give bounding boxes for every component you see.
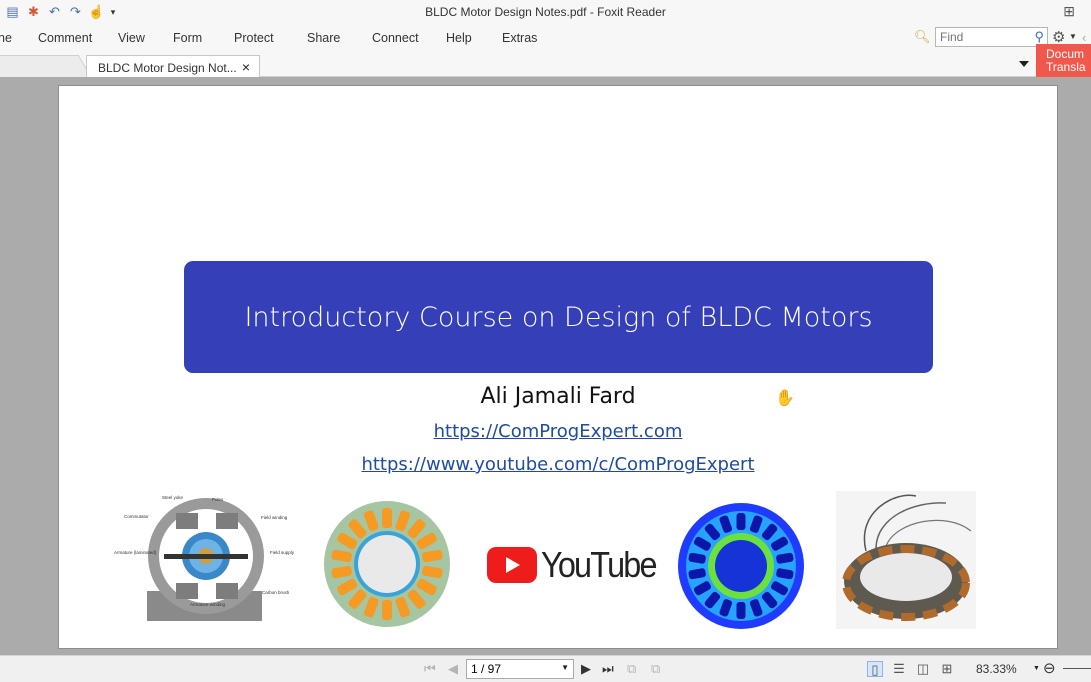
motor-label-armature-winding: Armature winding	[190, 602, 226, 607]
menu-share[interactable]: Share	[307, 31, 340, 45]
menu-protect[interactable]: Protect	[234, 31, 274, 45]
document-translation-button[interactable]: Docum Transla	[1036, 44, 1091, 77]
title-banner: Introductory Course on Design of BLDC Mo…	[184, 261, 933, 373]
youtube-play-icon	[487, 547, 537, 583]
pdf-page: Introductory Course on Design of BLDC Mo…	[58, 85, 1058, 649]
motor-label-poles: Poles	[212, 497, 224, 502]
menu-help[interactable]: Help	[446, 31, 472, 45]
chevron-down-icon[interactable]: ▼	[1033, 665, 1040, 672]
stator-photo	[836, 491, 976, 629]
tab-start[interactable]	[0, 55, 92, 77]
new-document-icon[interactable]: ✱	[25, 4, 42, 20]
find-box: ⚲	[935, 27, 1048, 47]
hand-cursor-icon: ✋	[775, 390, 795, 407]
stator-slot	[736, 602, 746, 619]
tab-document[interactable]: BLDC Motor Design Not... ×	[86, 55, 260, 78]
search-icon[interactable]: ⚲	[1034, 29, 1044, 45]
window-title: BLDC Motor Design Notes.pdf - Foxit Read…	[425, 5, 666, 19]
file-icon[interactable]: ▤	[4, 4, 21, 20]
previous-view-icon[interactable]: ⧉	[627, 661, 636, 677]
menu-extras[interactable]: Extras	[502, 31, 537, 45]
first-page-icon[interactable]: ⏮	[424, 661, 436, 677]
next-view-icon[interactable]: ⧉	[651, 661, 660, 677]
motor-label-field-supply: Field supply	[270, 550, 295, 555]
stator-slot	[736, 513, 746, 530]
fea-simulation-image	[678, 503, 804, 629]
menu-view[interactable]: View	[118, 31, 145, 45]
next-page-icon[interactable]: ▶	[581, 661, 591, 677]
page-number-field: ▼	[466, 659, 574, 679]
single-page-view-icon[interactable]: ▯	[867, 661, 883, 677]
youtube-link[interactable]: https://www.youtube.com/c/ComProgExpert	[59, 454, 1057, 475]
menu-comment[interactable]: Comment	[38, 31, 92, 45]
motor-label-field-winding: Field winding	[261, 515, 288, 520]
previous-page-icon[interactable]: ◀	[448, 661, 458, 677]
zoom-out-icon[interactable]: ⊖	[1043, 659, 1056, 677]
tab-document-label: BLDC Motor Design Not...	[98, 61, 237, 75]
youtube-logo: YouTube	[487, 544, 668, 586]
chevron-down-icon[interactable]: ▼	[1069, 32, 1077, 41]
search-folder-icon[interactable]: 🔍︎	[914, 29, 931, 45]
stator-slot	[382, 508, 392, 528]
hand-tool-icon[interactable]: ☝	[88, 4, 105, 20]
page-number-input[interactable]	[467, 660, 557, 678]
undo-icon[interactable]: ↶	[46, 4, 63, 20]
close-icon[interactable]: ×	[242, 59, 250, 75]
continuous-facing-view-icon[interactable]: ⊞	[939, 661, 955, 677]
menu-home[interactable]: ne	[0, 31, 12, 45]
menu-connect[interactable]: Connect	[372, 31, 419, 45]
zoom-level[interactable]: 83.33%	[976, 662, 1017, 676]
youtube-wordmark: YouTube	[541, 544, 658, 585]
bldc-cross-section-image	[324, 501, 450, 627]
motor-label-carbon-brush: Carbon brush	[262, 590, 290, 595]
ribbon-display-options-icon[interactable]: ⊞	[1063, 3, 1075, 20]
last-page-icon[interactable]: ⏭	[602, 661, 614, 677]
customize-caret-icon[interactable]: ▾	[109, 4, 117, 20]
tab-list-dropdown-icon[interactable]	[1019, 61, 1029, 67]
slide-title: Introductory Course on Design of BLDC Mo…	[244, 301, 873, 333]
status-bar: ⏮ ◀ ▼ ▶ ⏭ ⧉ ⧉ ▯ ☰ ◫ ⊞ 83.33% ▼ ⊖	[0, 655, 1091, 682]
tab-bar: BLDC Motor Design Not... ×	[0, 52, 1091, 78]
redo-icon[interactable]: ↷	[67, 4, 84, 20]
menu-form[interactable]: Form	[173, 31, 202, 45]
document-translation-label-2: Transla	[1046, 60, 1086, 74]
chevron-down-icon[interactable]: ▼	[561, 663, 569, 672]
find-input[interactable]	[936, 28, 1026, 46]
stator-slot	[382, 600, 392, 620]
quick-access-toolbar: ▤ ✱ ↶ ↷ ☝ ▾	[4, 4, 117, 20]
motor-label-commutator: Commutator	[124, 514, 149, 519]
motor-label-steel-yoke: Steel yoke	[162, 495, 184, 500]
zoom-slider[interactable]	[1063, 668, 1091, 669]
document-view[interactable]: Introductory Course on Design of BLDC Mo…	[0, 77, 1091, 655]
title-bar: ▤ ✱ ↶ ↷ ☝ ▾ BLDC Motor Design Notes.pdf …	[0, 0, 1091, 24]
dc-motor-diagram: Steel yoke Poles Commutator Field windin…	[114, 495, 295, 621]
collapse-icon[interactable]: ‹	[1082, 30, 1086, 45]
author-name: Ali Jamali Fard	[480, 384, 636, 409]
menu-bar: ne Comment View Form Protect Share Conne…	[0, 24, 1091, 52]
facing-view-icon[interactable]: ◫	[915, 661, 931, 677]
continuous-view-icon[interactable]: ☰	[891, 661, 907, 677]
motor-label-armature: Armature (laminated)	[114, 550, 157, 555]
website-link[interactable]: https://ComProgExpert.com	[59, 421, 1057, 442]
